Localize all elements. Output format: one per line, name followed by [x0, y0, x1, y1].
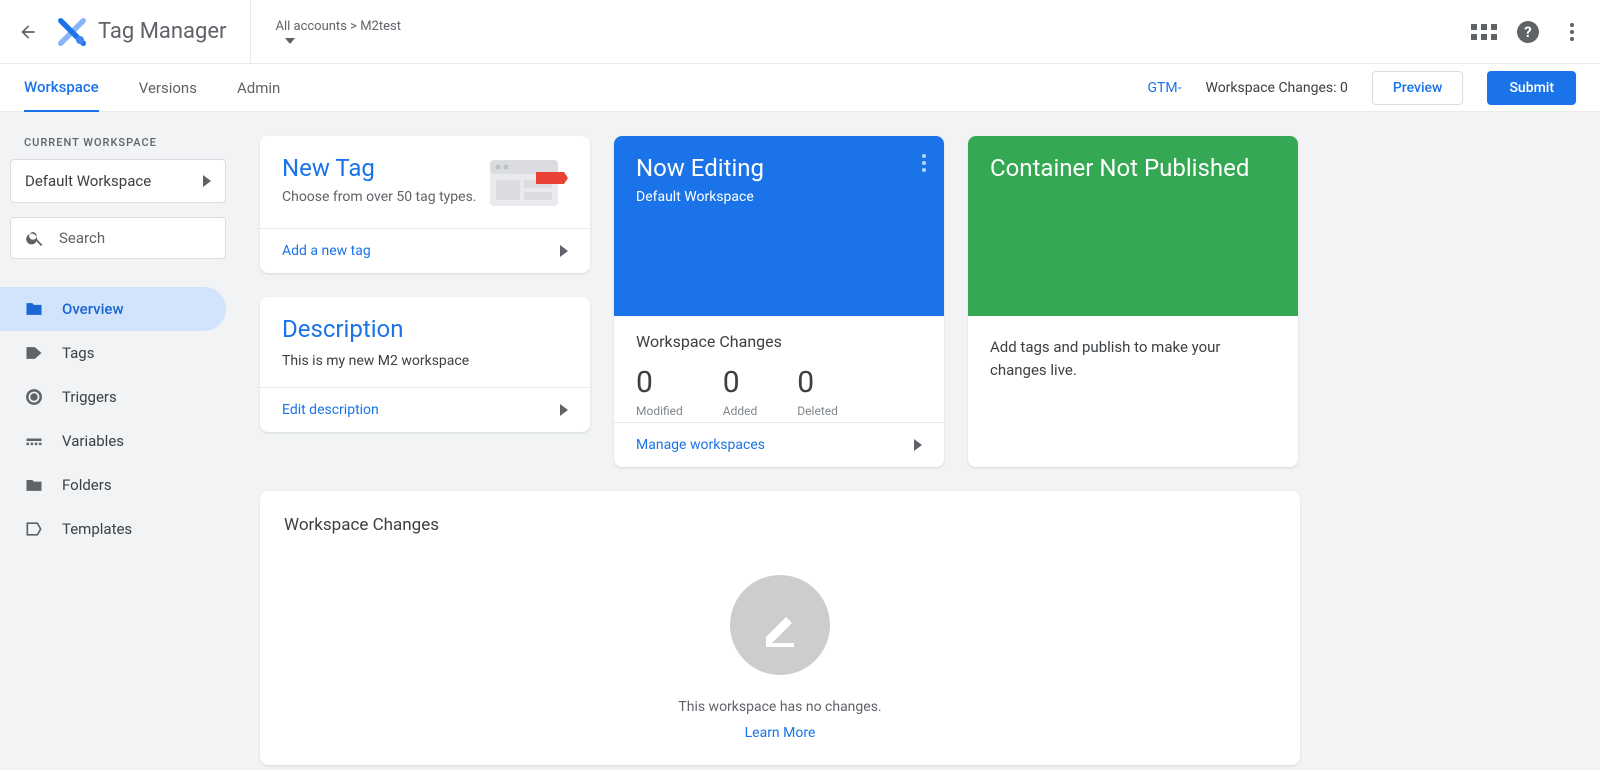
- workspace-changes-count: Workspace Changes: 0: [1205, 80, 1347, 96]
- variables-icon: [24, 431, 44, 451]
- new-tag-card: New Tag Choose from over 50 tag types. A…: [260, 136, 590, 273]
- workspace-changes-title: Workspace Changes: [284, 515, 1276, 535]
- breadcrumb-all[interactable]: All accounts: [275, 19, 346, 34]
- card-more-menu[interactable]: [922, 154, 926, 176]
- submit-button[interactable]: Submit: [1487, 71, 1576, 105]
- logo-area: Tag Manager: [56, 0, 251, 63]
- apps-icon[interactable]: [1472, 20, 1496, 44]
- sidebar-item-templates[interactable]: Templates: [0, 507, 226, 551]
- breadcrumb[interactable]: All accounts > M2test: [275, 0, 400, 63]
- chevron-right-icon: [203, 175, 211, 187]
- now-editing-card: Now Editing Default Workspace Workspace …: [614, 136, 944, 467]
- new-tag-title: New Tag: [282, 154, 476, 182]
- new-tag-subtitle: Choose from over 50 tag types.: [282, 188, 476, 208]
- edit-description-link[interactable]: Edit description: [260, 387, 590, 432]
- templates-icon: [24, 519, 44, 539]
- back-button[interactable]: [16, 22, 40, 42]
- chevron-right-icon: [914, 439, 922, 451]
- tab-admin[interactable]: Admin: [237, 65, 280, 111]
- main-content: New Tag Choose from over 50 tag types. A…: [236, 112, 1600, 770]
- tag-manager-logo-icon: [56, 16, 88, 48]
- modified-count: 0: [636, 365, 683, 400]
- description-text: This is my new M2 workspace: [282, 353, 568, 369]
- navbar: Workspace Versions Admin GTM- Workspace …: [0, 64, 1600, 112]
- folder-icon: [24, 475, 44, 495]
- add-new-tag-link[interactable]: Add a new tag: [260, 228, 590, 273]
- preview-button[interactable]: Preview: [1372, 71, 1464, 105]
- empty-state-text: This workspace has no changes.: [678, 699, 881, 715]
- workspace-changes-heading: Workspace Changes: [614, 316, 944, 351]
- publish-status-body: Add tags and publish to make your change…: [968, 316, 1298, 401]
- chevron-down-icon: [285, 38, 295, 44]
- container-id-link[interactable]: GTM-: [1148, 80, 1182, 96]
- learn-more-link[interactable]: Learn More: [745, 725, 816, 741]
- topbar: Tag Manager All accounts > M2test ?: [0, 0, 1600, 64]
- publish-status-card: Container Not Published Add tags and pub…: [968, 136, 1298, 467]
- workspace-name: Default Workspace: [25, 172, 151, 190]
- sidebar-item-variables[interactable]: Variables: [0, 419, 226, 463]
- tab-workspace[interactable]: Workspace: [24, 64, 99, 113]
- help-icon[interactable]: ?: [1516, 20, 1540, 44]
- description-title: Description: [282, 315, 568, 343]
- tag-illustration-icon: [488, 154, 568, 210]
- added-count: 0: [723, 365, 758, 400]
- sidebar-item-tags[interactable]: Tags: [0, 331, 226, 375]
- manage-workspaces-link[interactable]: Manage workspaces: [614, 422, 944, 467]
- svg-text:?: ?: [1524, 23, 1531, 41]
- search-icon: [25, 228, 45, 248]
- sidebar-item-folders[interactable]: Folders: [0, 463, 226, 507]
- app-title: Tag Manager: [98, 19, 226, 44]
- sidebar-item-triggers[interactable]: Triggers: [0, 375, 226, 419]
- folder-icon: [24, 299, 44, 319]
- publish-status-title: Container Not Published: [990, 154, 1276, 182]
- workspace-changes-panel: Workspace Changes This workspace has no …: [260, 491, 1300, 765]
- chevron-right-icon: [560, 404, 568, 416]
- now-editing-workspace: Default Workspace: [636, 188, 922, 208]
- triggers-icon: [24, 387, 44, 407]
- container-dropdown[interactable]: [275, 38, 400, 44]
- search-input[interactable]: Search: [10, 217, 226, 259]
- tab-versions[interactable]: Versions: [139, 65, 197, 111]
- sidebar: CURRENT WORKSPACE Default Workspace Sear…: [0, 112, 236, 770]
- sidebar-section-label: CURRENT WORKSPACE: [10, 132, 226, 159]
- workspace-selector[interactable]: Default Workspace: [10, 159, 226, 203]
- more-menu-icon[interactable]: [1560, 20, 1584, 44]
- description-card: Description This is my new M2 workspace …: [260, 297, 590, 432]
- deleted-count: 0: [797, 365, 838, 400]
- breadcrumb-account[interactable]: M2test: [360, 19, 401, 34]
- chevron-right-icon: [560, 245, 568, 257]
- empty-state-icon: [730, 575, 830, 675]
- sidebar-item-overview[interactable]: Overview: [0, 287, 226, 331]
- search-placeholder: Search: [59, 229, 105, 247]
- now-editing-title: Now Editing: [636, 154, 922, 182]
- tag-icon: [24, 343, 44, 363]
